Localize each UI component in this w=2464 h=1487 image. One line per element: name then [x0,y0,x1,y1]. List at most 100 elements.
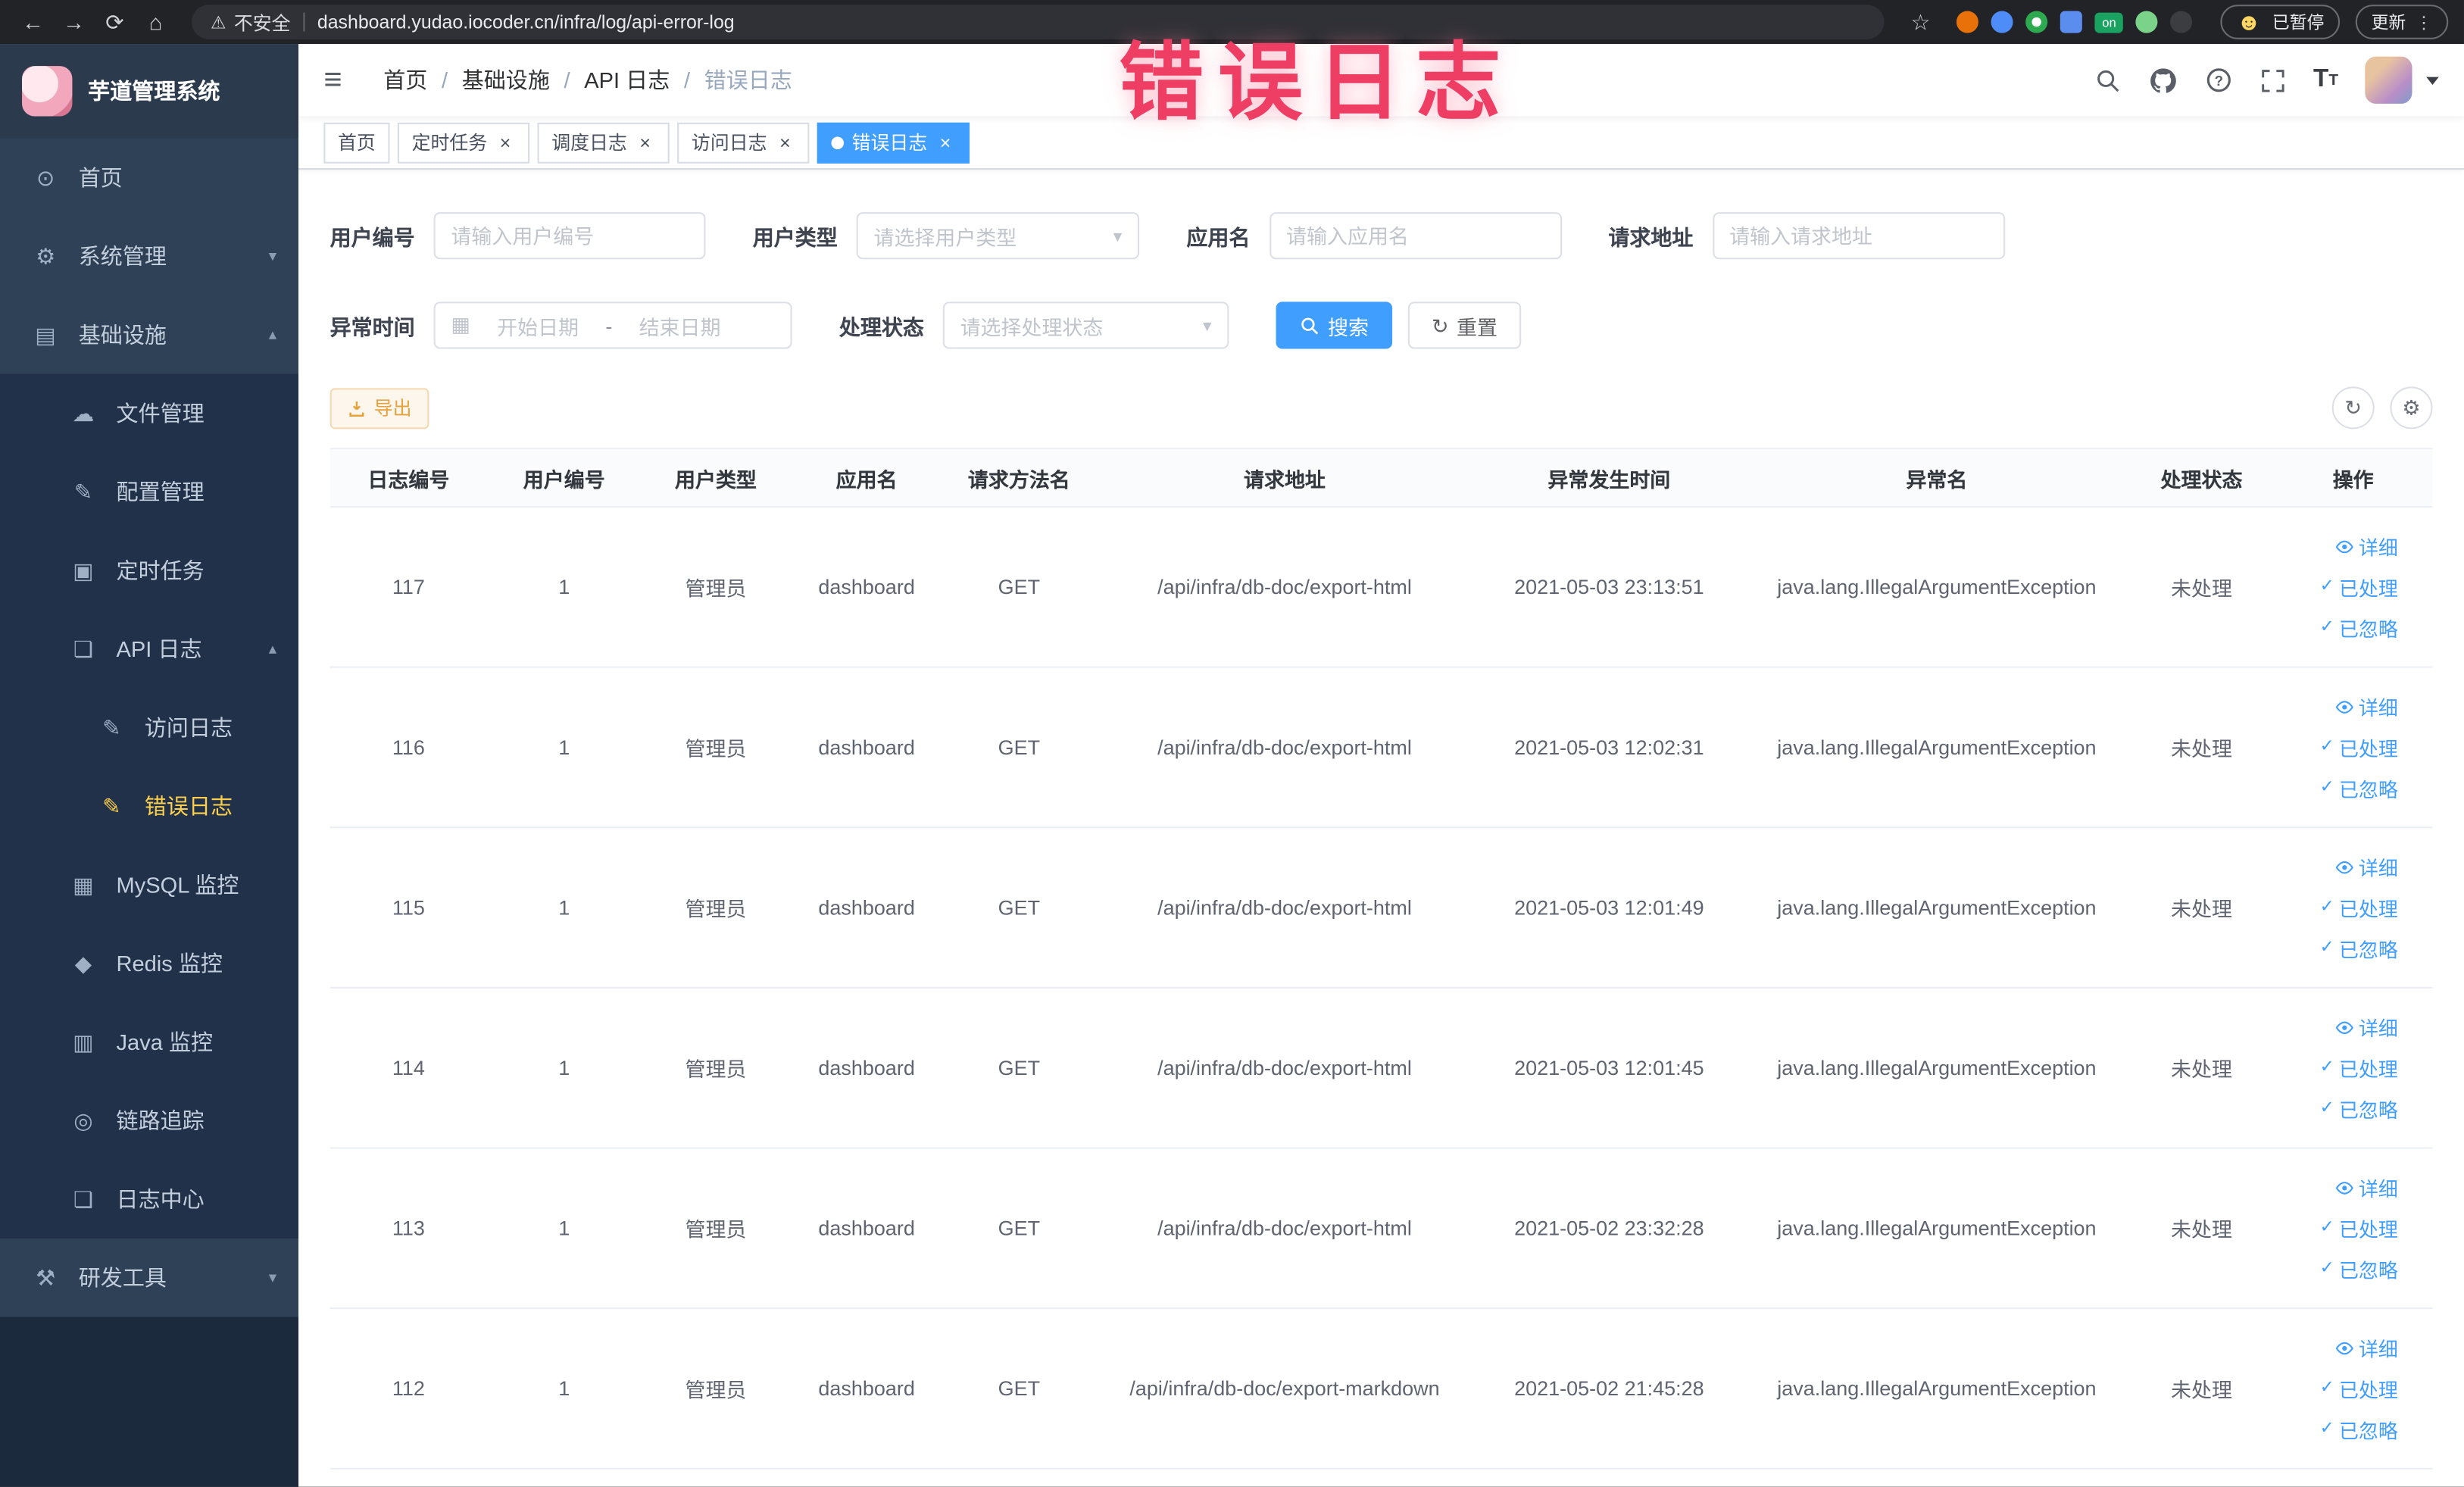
breadcrumb: 首页 / 基础设施 / API 日志 / 错误日志 [383,64,792,95]
detail-link[interactable]: 详细 [2335,1012,2398,1042]
mark-ignored-link[interactable]: ✓ 已忽略 [2320,773,2398,803]
sidebar-item-home[interactable]: ⊙ 首页 [0,139,298,217]
sidebar-item-log-center[interactable]: ❏ 日志中心 [0,1160,299,1239]
tab-scheduled-job[interactable]: 定时任务 × [397,121,530,163]
detail-link[interactable]: 详细 [2335,692,2398,721]
export-button[interactable]: 导出 [329,387,429,429]
refresh-table-button[interactable]: ↻ [2331,386,2375,430]
sidebar-item-redis-monitor[interactable]: ◆ Redis 监控 [0,923,299,1003]
detail-link[interactable]: 详细 [2335,851,2398,881]
detail-link[interactable]: 详细 [2335,1332,2398,1362]
tab-access-log[interactable]: 访问日志 × [677,121,810,163]
sidebar-item-devtools[interactable]: ⚒ 研发工具 ▾ [0,1239,298,1317]
profile-paused-badge[interactable]: ☻ 已暂停 [2220,5,2341,39]
gear-icon: ⚙ [2402,395,2421,419]
status-badge: 未处理 [2171,576,2232,601]
back-icon[interactable]: ← [16,9,51,34]
sidebar-item-trace[interactable]: ◎ 链路追踪 [0,1081,299,1161]
browser-home-icon[interactable]: ⌂ [139,9,173,34]
help-icon[interactable]: ? [2205,66,2233,94]
update-button[interactable]: 更新 ⋮ [2355,5,2449,39]
column-header: 请求方法名 [967,467,1070,492]
exception-time-range-picker[interactable]: ▦ 开始日期 - 结束日期 [433,301,792,349]
detail-link[interactable]: 详细 [2335,531,2398,561]
sidebar-item-file-manage[interactable]: ☁ 文件管理 [0,373,299,453]
github-icon[interactable] [2148,65,2178,95]
chevron-down-icon: ▾ [268,247,277,265]
mark-ignored-link[interactable]: ✓ 已忽略 [2320,1414,2398,1444]
mark-ignored-link[interactable]: ✓ 已忽略 [2320,613,2398,642]
chevron-down-icon: ▾ [1113,226,1123,246]
mark-processed-link[interactable]: ✓ 已处理 [2320,1373,2398,1403]
mark-processed-link[interactable]: ✓ 已处理 [2320,892,2398,922]
kebab-menu-icon[interactable]: ⋮ [2416,12,2433,33]
user-avatar[interactable] [2365,56,2412,104]
bookmark-star-icon[interactable]: ☆ [1903,8,1938,35]
breadcrumb-infra[interactable]: 基础设施 [462,64,550,95]
sidebar-item-config-manage[interactable]: ✎ 配置管理 [0,452,299,532]
sidebar-item-java-monitor[interactable]: ▥ Java 监控 [0,1002,299,1082]
extension-icon[interactable] [2025,11,2048,33]
user-id-input[interactable] [433,212,706,260]
column-settings-button[interactable]: ⚙ [2390,386,2433,430]
sidebar-item-access-log[interactable]: ✎ 访问日志 [0,688,299,767]
search-button[interactable]: 搜索 [1276,301,1393,349]
extension-icon[interactable] [2135,11,2158,33]
mark-processed-link[interactable]: ✓ 已处理 [2320,1214,2398,1243]
user-type-select[interactable]: 请选择用户类型 ▾ [856,212,1140,260]
table-row: 117 1 管理员 dashboard GET /api/infra/db-do… [329,508,2433,668]
sidebar-item-mysql-monitor[interactable]: ▦ MySQL 监控 [0,845,299,924]
extension-icon[interactable] [1957,11,1979,33]
sidebar-item-infra[interactable]: ▤ 基础设施 ▴ [0,295,298,374]
font-size-icon[interactable]: TT [2313,66,2338,94]
url-bar[interactable]: ⚠ 不安全 dashboard.yudao.iocoder.cn/infra/l… [192,5,1885,39]
close-icon[interactable]: × [775,132,795,152]
breadcrumb-api-log[interactable]: API 日志 [584,64,670,95]
caret-down-icon[interactable] [2426,76,2439,84]
extension-icon[interactable] [1991,11,2013,33]
mark-processed-link[interactable]: ✓ 已处理 [2320,733,2398,762]
app-name-input[interactable] [1269,212,1562,260]
request-url-input[interactable] [1712,212,2005,260]
sidebar: 芋道管理系统 ⊙ 首页 ⚙ 系统管理 ▾ ▤ 基础设施 ▴ ☁ 文件管理 ✎ 配… [0,44,299,1487]
screen: ← → ⟳ ⌂ ⚠ 不安全 dashboard.yudao.iocoder.cn… [0,0,2464,1487]
tab-error-log[interactable]: 错误日志 × [817,121,970,163]
monitor-icon: ▥ [73,1028,94,1054]
timer-icon: ▣ [73,557,94,583]
mark-processed-link[interactable]: ✓ 已处理 [2320,1053,2398,1082]
reload-icon[interactable]: ⟳ [98,8,133,35]
search-icon[interactable] [2095,67,2122,93]
chevron-down-icon: ▾ [1203,317,1212,336]
warning-icon: ⚠ [210,13,226,33]
sidebar-item-api-log[interactable]: ❏ API 日志 ▴ [0,609,299,689]
extension-on-badge[interactable]: on [2094,11,2124,33]
request-url-label: 请求地址 [1608,226,1694,250]
tab-schedule-log[interactable]: 调度日志 × [537,121,670,163]
sidebar-item-scheduled-job[interactable]: ▣ 定时任务 [0,531,299,610]
extension-icon[interactable] [2170,11,2193,33]
reset-button[interactable]: ↻ 重置 [1407,301,1522,349]
security-label: 不安全 [233,11,291,34]
download-icon [349,401,364,416]
sidebar-item-system[interactable]: ⚙ 系统管理 ▾ [0,217,298,295]
update-label: 更新 [2371,14,2406,33]
check-icon: ✓ [2319,617,2334,637]
sidebar-item-error-log[interactable]: ✎ 错误日志 [0,767,299,846]
extension-icon[interactable] [2060,11,2083,33]
column-header: 请求地址 [1244,467,1326,492]
mark-processed-link[interactable]: ✓ 已处理 [2320,572,2398,601]
breadcrumb-home[interactable]: 首页 [383,64,427,95]
close-icon[interactable]: × [495,132,516,152]
detail-link[interactable]: 详细 [2335,1173,2398,1202]
sidebar-collapse-icon[interactable]: ≡ [323,64,361,95]
close-icon[interactable]: × [635,132,655,152]
process-status-select[interactable]: 请选择处理状态 ▾ [942,301,1229,349]
tab-home[interactable]: 首页 [323,121,390,163]
mark-ignored-link[interactable]: ✓ 已忽略 [2320,933,2398,963]
mark-ignored-link[interactable]: ✓ 已忽略 [2320,1094,2398,1123]
logo-image [22,66,73,117]
fullscreen-icon[interactable] [2260,67,2287,93]
close-icon[interactable]: × [935,132,956,152]
mark-ignored-link[interactable]: ✓ 已忽略 [2320,1254,2398,1284]
forward-icon[interactable]: → [57,9,92,34]
